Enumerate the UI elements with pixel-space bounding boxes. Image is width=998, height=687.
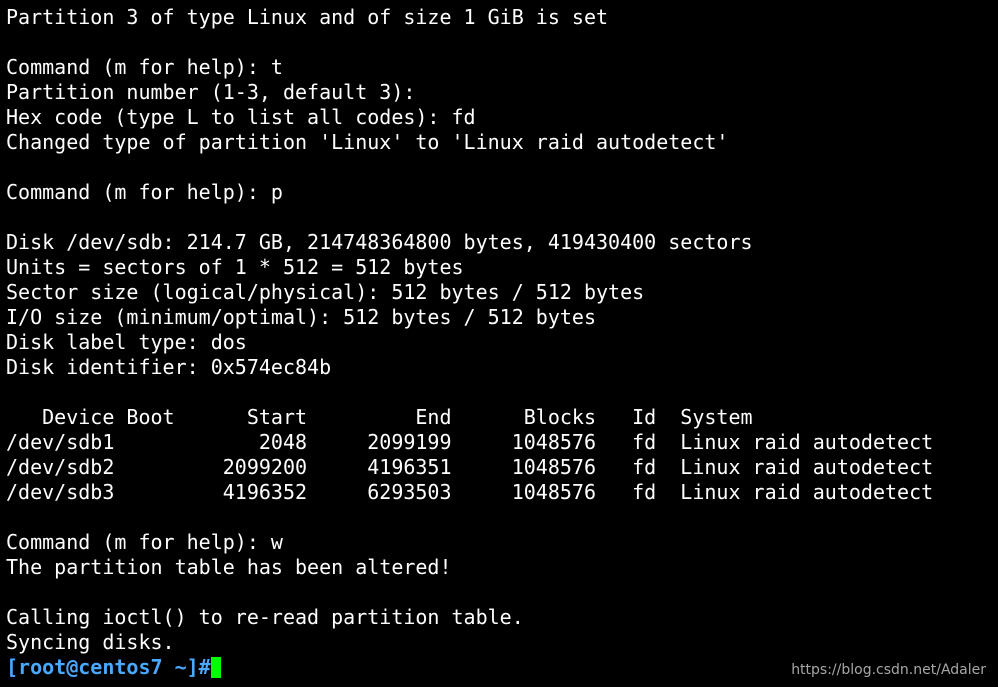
shell-prompt: [root@centos7 ~]# xyxy=(6,655,211,679)
terminal-line: /dev/sdb3 4196352 6293503 1048576 fd Lin… xyxy=(6,480,934,504)
terminal-line: /dev/sdb2 2099200 4196351 1048576 fd Lin… xyxy=(6,455,934,479)
terminal-line: Command (m for help): p xyxy=(6,180,283,204)
terminal-line: Command (m for help): w xyxy=(6,530,283,554)
terminal-line: Changed type of partition 'Linux' to 'Li… xyxy=(6,130,729,154)
terminal-line: Units = sectors of 1 * 512 = 512 bytes xyxy=(6,255,464,279)
terminal-line: Disk label type: dos xyxy=(6,330,247,354)
terminal-line: Syncing disks. xyxy=(6,630,175,654)
terminal-cursor xyxy=(210,657,221,678)
terminal-line: Disk /dev/sdb: 214.7 GB, 214748364800 by… xyxy=(6,230,753,254)
terminal-line: I/O size (minimum/optimal): 512 bytes / … xyxy=(6,305,597,329)
terminal-line: Sector size (logical/physical): 512 byte… xyxy=(6,280,645,304)
watermark: https://blog.csdn.net/Adaler xyxy=(791,662,986,678)
terminal-line: The partition table has been altered! xyxy=(6,555,452,579)
terminal-line: Hex code (type L to list all codes): fd xyxy=(6,105,476,129)
terminal-line: /dev/sdb1 2048 2099199 1048576 fd Linux … xyxy=(6,430,934,454)
terminal-line: Calling ioctl() to re-read partition tab… xyxy=(6,605,524,629)
terminal-output: Partition 3 of type Linux and of size 1 … xyxy=(6,5,998,655)
terminal-window[interactable]: Partition 3 of type Linux and of size 1 … xyxy=(0,0,998,687)
terminal-line: Disk identifier: 0x574ec84b xyxy=(6,355,332,379)
terminal-line: Command (m for help): t xyxy=(6,55,283,79)
terminal-line: Partition number (1-3, default 3): xyxy=(6,80,416,104)
terminal-line: Partition 3 of type Linux and of size 1 … xyxy=(6,5,609,29)
terminal-line: Device Boot Start End Blocks Id System xyxy=(6,405,753,429)
